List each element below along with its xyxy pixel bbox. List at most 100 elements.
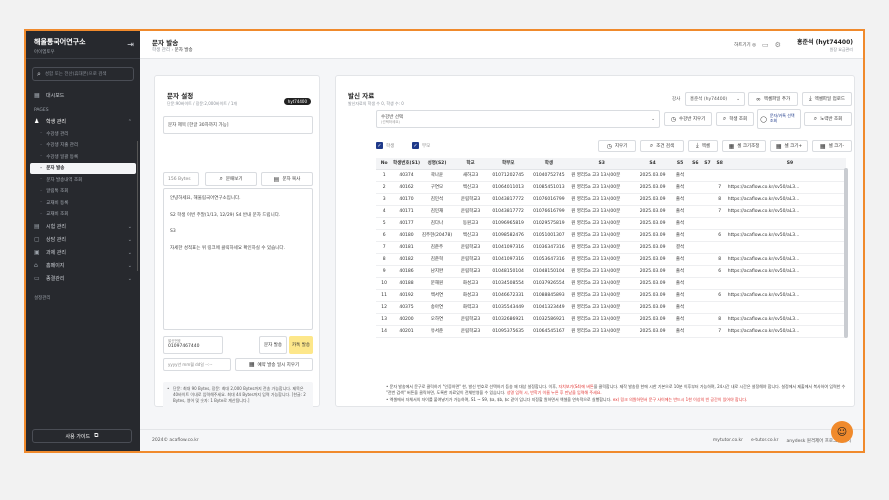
table-cell[interactable]: 40181 xyxy=(392,241,421,254)
table-cell[interactable]: 원 영리5a 고3 13시00분 xyxy=(569,193,635,206)
table-cell[interactable] xyxy=(713,301,726,314)
table-cell[interactable]: 오하연 xyxy=(420,313,454,326)
table-cell[interactable]: 문해원 xyxy=(420,277,454,290)
table-cell[interactable]: 01085451013 xyxy=(528,181,570,194)
table-cell[interactable]: 01076016799 xyxy=(528,193,570,206)
table-cell[interactable]: https://acaflow.co.kr/sv50/aL3... xyxy=(725,325,846,338)
table-cell[interactable]: 40374 xyxy=(392,169,421,182)
column-header[interactable]: 학부모 xyxy=(487,158,529,170)
message-body-textarea[interactable]: 안녕하세요, 해울림국어연구소입니다. S2 학생 이번 주말(1/13, 12… xyxy=(163,188,313,330)
table-cell[interactable]: 백서연 xyxy=(420,289,454,302)
table-row[interactable]: 5 40177 김다나 동원고3 01096965819 01029575819 원 영리5… xyxy=(376,217,846,230)
table-cell[interactable]: 01071202745 xyxy=(487,169,529,182)
table-cell[interactable]: 2025.03.09 xyxy=(634,241,671,254)
table-cell[interactable]: 2025.03.09 xyxy=(634,301,671,314)
table-cell[interactable]: 40177 xyxy=(392,217,421,230)
table-cell[interactable]: 출석 xyxy=(670,253,690,266)
table-cell[interactable]: 40200 xyxy=(392,313,421,326)
template-view-button[interactable]: ⌕ 문패보기 xyxy=(205,172,257,186)
table-cell[interactable]: 원 영리5a 고3 13시00분 xyxy=(569,217,635,230)
table-cell[interactable]: 01076616799 xyxy=(528,205,570,218)
student-checkbox[interactable]: ✓ 학생 xyxy=(376,142,394,149)
table-cell[interactable]: 원 영리5a 고3 13시00분 xyxy=(569,265,635,278)
table-cell[interactable] xyxy=(701,325,714,338)
table-cell[interactable]: https://acaflow.co.kr/sv50/aL3... xyxy=(725,265,846,278)
condition-search-button[interactable]: ⌕ 조건 검색 xyxy=(640,140,684,152)
column-header[interactable]: S9 xyxy=(725,158,846,170)
table-cell[interactable]: 01046672331 xyxy=(487,289,529,302)
table-cell[interactable]: 김다나 xyxy=(420,217,454,230)
sidebar-item-closing[interactable]: ▭ 종결관리 ⌄ xyxy=(26,272,140,285)
table-cell[interactable]: https://acaflow.co.kr/sv50/aL3... xyxy=(725,205,846,218)
table-cell[interactable] xyxy=(701,217,714,230)
table-cell[interactable]: 원 영리5a 고3 13시00분 xyxy=(569,229,635,242)
table-cell[interactable]: 01032586921 xyxy=(528,313,570,326)
table-cell[interactable]: 01037926554 xyxy=(528,277,570,290)
table-row[interactable]: 7 40181 김준주 운림학교3 01041097316 01036347316 원 영리… xyxy=(376,241,846,254)
column-header[interactable]: S5 xyxy=(670,158,690,170)
cell-size-button[interactable]: ▦ 셀 크기조정 xyxy=(722,140,766,152)
table-cell[interactable]: 운림학교3 xyxy=(453,313,488,326)
table-cell[interactable]: 김준주 xyxy=(420,241,454,254)
table-cell[interactable]: 백신고3 xyxy=(453,229,488,242)
cell-size-plus-button[interactable]: ▦ 셀 크기+ xyxy=(770,140,808,152)
table-cell[interactable]: 출석 xyxy=(670,181,690,194)
table-cell[interactable] xyxy=(689,193,702,206)
table-cell[interactable] xyxy=(701,181,714,194)
table-cell[interactable]: 01032686921 xyxy=(487,313,529,326)
table-row[interactable]: 6 40180 김주현(20478) 백신고3 01098582476 010510013… xyxy=(376,229,846,242)
table-cell[interactable]: 2025.03.09 xyxy=(634,169,671,182)
sidebar-item-homework[interactable]: ▣ 과제 관리 ⌄ xyxy=(26,246,140,259)
sidebar-item-exam[interactable]: ▤ 시험 관리 ⌄ xyxy=(26,220,140,233)
table-cell[interactable] xyxy=(701,313,714,326)
table-cell[interactable] xyxy=(701,205,714,218)
clear-button[interactable]: ◷ 지우기 xyxy=(598,140,636,152)
table-cell[interactable]: 11 xyxy=(376,289,393,302)
teacher-select[interactable]: 홍준석 (hy74400) ⌄ xyxy=(685,92,745,106)
parent-checkbox[interactable]: ✓ 부모 xyxy=(412,142,430,149)
table-cell[interactable] xyxy=(689,241,702,254)
table-cell[interactable]: 6 xyxy=(713,289,726,302)
table-cell[interactable]: 01051001307 xyxy=(528,229,570,242)
table-cell[interactable]: 백신고3 xyxy=(453,181,488,194)
table-cell[interactable]: 8 xyxy=(713,313,726,326)
table-cell[interactable]: 6 xyxy=(713,229,726,242)
table-cell[interactable] xyxy=(701,265,714,278)
table-cell[interactable]: 2025.03.09 xyxy=(634,313,671,326)
table-cell[interactable]: 2025.03.09 xyxy=(634,289,671,302)
table-cell[interactable]: 01035543449 xyxy=(487,301,529,314)
table-cell[interactable] xyxy=(701,277,714,290)
table-cell[interactable]: 14 xyxy=(376,325,393,338)
table-cell[interactable]: 출석 xyxy=(670,301,690,314)
sidebar-subitem-active[interactable]: 문자 발송 xyxy=(30,162,136,174)
table-cell[interactable]: 원 영리5a 고3 13시00분 xyxy=(569,181,635,194)
copy-message-button[interactable]: ▤ 문자 복사 xyxy=(261,172,313,186)
column-header[interactable]: S7 xyxy=(701,158,714,170)
table-cell[interactable]: 송아연 xyxy=(420,301,454,314)
sender-number-field[interactable]: 발신번호 01097467440 xyxy=(163,336,223,354)
column-header[interactable]: S6 xyxy=(689,158,702,170)
sidebar-subitem[interactable]: 수강생 일괄 등록 xyxy=(26,151,140,163)
table-cell[interactable]: 출석 xyxy=(670,325,690,338)
table-cell[interactable]: https://acaflow.co.kr/sv50/aL3... xyxy=(725,313,846,326)
table-cell[interactable]: 원 영리5a 고3 13시00분 xyxy=(569,301,635,314)
sidebar-subitem[interactable]: 알림톡 조회 xyxy=(26,186,140,198)
table-cell[interactable]: 01040752745 xyxy=(528,169,570,182)
table-cell[interactable]: 8 xyxy=(713,193,726,206)
table-cell[interactable]: 01048150104 xyxy=(528,265,570,278)
table-cell[interactable]: 01036347316 xyxy=(528,241,570,254)
table-cell[interactable]: 13 xyxy=(376,313,393,326)
table-row[interactable]: 12 40375 송아연 화력고3 01035543449 01041323449 원 영리… xyxy=(376,301,846,314)
table-cell[interactable] xyxy=(701,241,714,254)
table-row[interactable]: 9 40186 남지완 운림학교3 01048150104 01048150104 원 영리… xyxy=(376,265,846,278)
table-cell[interactable]: 7 xyxy=(713,181,726,194)
sidebar-subitem[interactable]: 교재비 조회 xyxy=(26,209,140,221)
table-cell[interactable]: 출석 xyxy=(670,217,690,230)
table-cell[interactable]: 운림학교3 xyxy=(453,253,488,266)
table-cell[interactable] xyxy=(689,181,702,194)
table-cell[interactable]: 김민석 xyxy=(420,193,454,206)
sidebar-toggle-icon[interactable]: ⇥ xyxy=(127,40,134,49)
column-header[interactable]: 학교 xyxy=(453,158,488,170)
table-cell[interactable] xyxy=(689,217,702,230)
table-cell[interactable] xyxy=(701,229,714,242)
